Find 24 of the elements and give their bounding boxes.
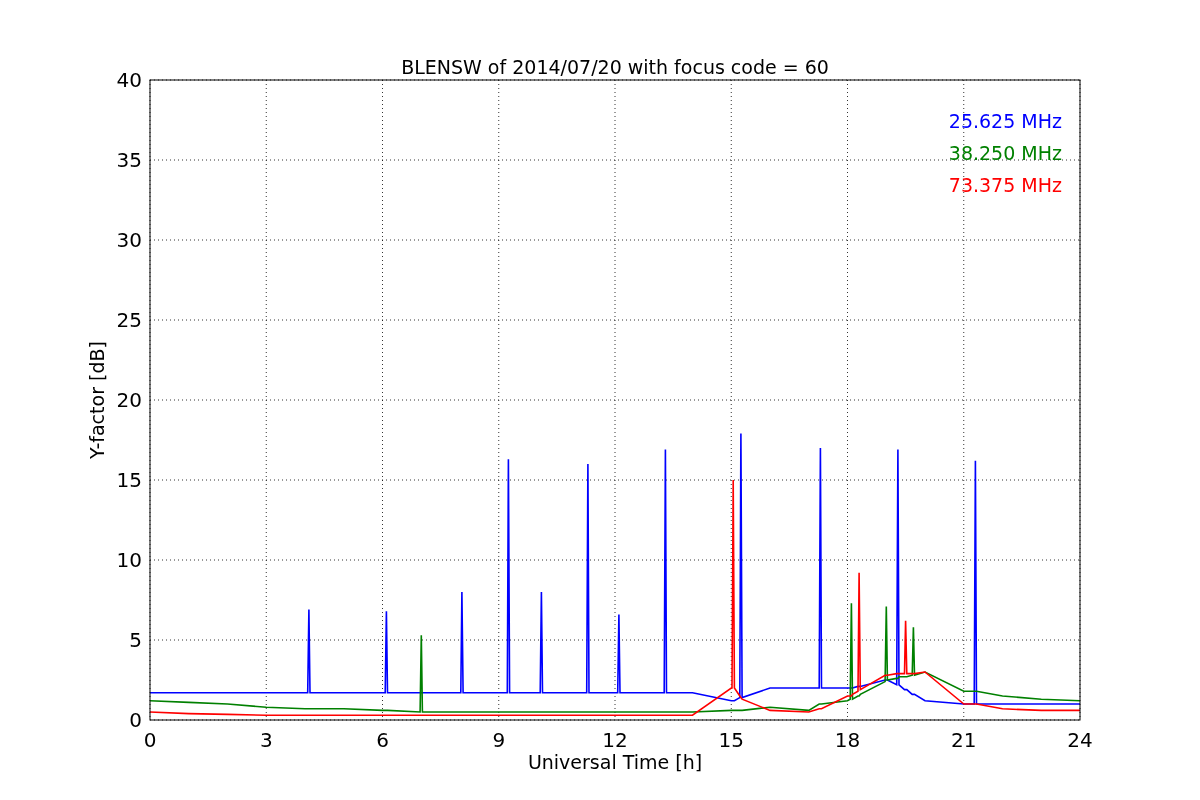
legend-label: 73.375 MHz: [948, 174, 1062, 196]
y-axis-label: Y-factor [dB]: [86, 341, 108, 459]
y-tick-label: 15: [116, 468, 142, 492]
y-tick-label: 5: [129, 628, 142, 652]
y-tick-label: 0: [129, 708, 142, 732]
y-tick-label: 30: [116, 228, 142, 252]
y-tick-label: 20: [116, 388, 142, 412]
chart-title: BLENSW of 2014/07/20 with focus code = 60: [401, 56, 829, 78]
y-tick-label: 25: [116, 308, 142, 332]
x-tick-label: 21: [951, 728, 977, 752]
x-tick-label: 0: [143, 728, 157, 752]
x-tick-label: 9: [492, 728, 506, 752]
x-tick-label: 6: [376, 728, 389, 752]
x-tick-label: 24: [1067, 728, 1093, 752]
x-axis-label: Universal Time [h]: [527, 751, 703, 773]
y-tick-label: 35: [116, 148, 142, 172]
legend-label: 25.625 MHz: [948, 110, 1062, 132]
x-tick-label: 18: [834, 728, 861, 752]
x-tick-label: 12: [602, 728, 628, 752]
y-tick-label: 40: [116, 68, 142, 92]
y-tick-label: 10: [116, 548, 142, 572]
x-tick-label: 3: [259, 728, 273, 752]
x-tick-label: 15: [718, 728, 744, 752]
legend-label: 38.250 MHz: [948, 142, 1062, 164]
